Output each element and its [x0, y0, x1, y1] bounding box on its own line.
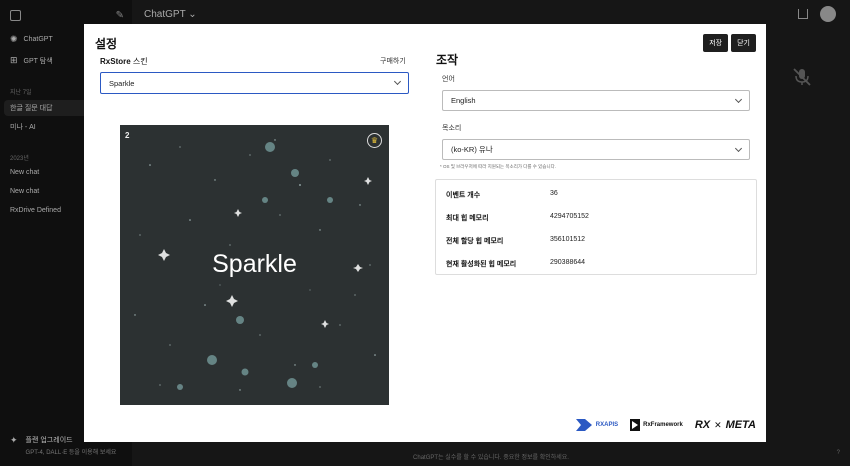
mic-off-icon[interactable]: [791, 66, 813, 88]
sidebar-item-label: ChatGPT: [23, 36, 53, 43]
voice-select[interactable]: (ko-KR) 유나: [442, 139, 750, 160]
skin-label-suffix: 스킨: [130, 57, 148, 66]
info-row: 최대 힙 메모리 4294705152: [446, 213, 589, 223]
sidebar-chat-item[interactable]: New chat: [10, 188, 39, 195]
language-select-value: English: [451, 96, 476, 105]
sparkle-icon: ✦: [10, 435, 18, 445]
sidebar-section-heading: 2023년: [10, 156, 29, 162]
sidebar-chat-item[interactable]: 미나 - AI: [10, 122, 36, 132]
close-button[interactable]: 닫기: [731, 34, 756, 52]
skin-label-brand: RxStore: [100, 57, 131, 66]
new-chat-icon[interactable]: ✎: [116, 10, 124, 21]
voice-label: 목소리: [442, 125, 462, 132]
grid-icon: ⊞: [10, 55, 18, 65]
rxframework-logo: RxFramework: [630, 419, 683, 431]
top-right-actions: [798, 6, 836, 22]
sidebar-chat-item[interactable]: New chat: [10, 169, 39, 176]
sidebar-item-chatgpt[interactable]: ✺ ChatGPT: [10, 34, 53, 45]
info-row: 이벤트 개수 36: [446, 190, 558, 200]
share-icon[interactable]: [798, 9, 808, 19]
sidebar-item-label: GPT 탐색: [23, 57, 53, 65]
rxframework-label: RxFramework: [643, 422, 683, 428]
global-network-label: RXAPIS: [595, 422, 619, 428]
skin-preview: 2 ♛ Sparkle: [120, 125, 389, 405]
info-value: 36: [550, 190, 558, 197]
skin-select-value: Sparkle: [109, 78, 135, 88]
info-row: 전체 할당 힙 메모리 356101512: [446, 236, 585, 246]
chevron-down-icon: [393, 77, 402, 86]
buy-link[interactable]: 구매하기: [380, 56, 406, 66]
rx-label: RX: [694, 419, 711, 431]
info-key: 이벤트 개수: [446, 192, 481, 199]
chevron-down-icon: [734, 95, 743, 103]
save-button[interactable]: 저장: [703, 34, 729, 52]
footer-logos: RXAPIS RxFramework RX ✕ META: [575, 418, 756, 432]
crown-icon: ♛: [367, 133, 382, 148]
global-network-logo: RXAPIS: [575, 418, 618, 432]
info-value: 290388644: [550, 259, 586, 266]
help-button[interactable]: ?: [837, 450, 840, 456]
info-row: 현재 활성화된 힙 메모리 290388644: [446, 259, 585, 269]
model-selector[interactable]: ChatGPT ⌄: [144, 9, 197, 20]
settings-modal: 설정 저장 닫기 RxStore 스킨 구매하기 Sparkle 2 ♛ Spa…: [84, 24, 766, 442]
sidebar-section-heading: 지난 7일: [10, 90, 32, 96]
sidebar-top: ✎: [10, 8, 124, 22]
preview-number: 2: [125, 131, 130, 140]
controls-title: 조작: [436, 53, 459, 67]
info-key: 현재 활성화된 힙 메모리: [446, 261, 517, 268]
rx-badge-icon: [575, 419, 592, 431]
avatar[interactable]: [820, 6, 836, 22]
skin-select[interactable]: Sparkle: [100, 72, 409, 94]
modal-actions: 저장 닫기: [703, 34, 756, 52]
sidebar-chat-item[interactable]: RxDrive Defined: [10, 207, 61, 214]
heap-info-panel: 이벤트 개수 36 최대 힙 메모리 4294705152 전체 할당 힙 메모…: [435, 179, 757, 275]
language-select[interactable]: English: [442, 90, 750, 111]
openai-icon: ✺: [10, 34, 18, 44]
sidebar-toggle-icon[interactable]: [10, 9, 21, 21]
info-key: 전체 할당 힙 메모리: [446, 238, 504, 245]
voice-select-value: (ko-KR) 유나: [451, 145, 493, 154]
info-key: 최대 힙 메모리: [446, 215, 489, 222]
preview-skin-name: Sparkle: [212, 250, 297, 278]
info-value: 4294705152: [550, 213, 589, 220]
info-value: 356101512: [550, 236, 586, 243]
voice-hint: * OS 및 브라우저에 따라 지원되는 목소리가 다를 수 있습니다.: [440, 164, 556, 169]
meta-label: META: [725, 419, 756, 431]
modal-title: 설정: [95, 37, 118, 51]
footer-disclaimer: ChatGPT는 실수를 할 수 있습니다. 중요한 정보를 확인하세요.: [413, 455, 569, 461]
language-label: 언어: [442, 76, 455, 83]
cross-icon: ✕: [714, 419, 722, 430]
skin-label: RxStore 스킨: [100, 56, 148, 67]
rx-meta-logo: RX ✕ META: [695, 419, 756, 431]
chevron-down-icon: [734, 144, 743, 152]
rxframework-icon: [630, 419, 641, 431]
upgrade-subtitle: GPT-4, DALL·E 등을 이용해 보세요: [25, 450, 117, 456]
sidebar-item-explore[interactable]: ⊞ GPT 탐색: [10, 55, 53, 66]
